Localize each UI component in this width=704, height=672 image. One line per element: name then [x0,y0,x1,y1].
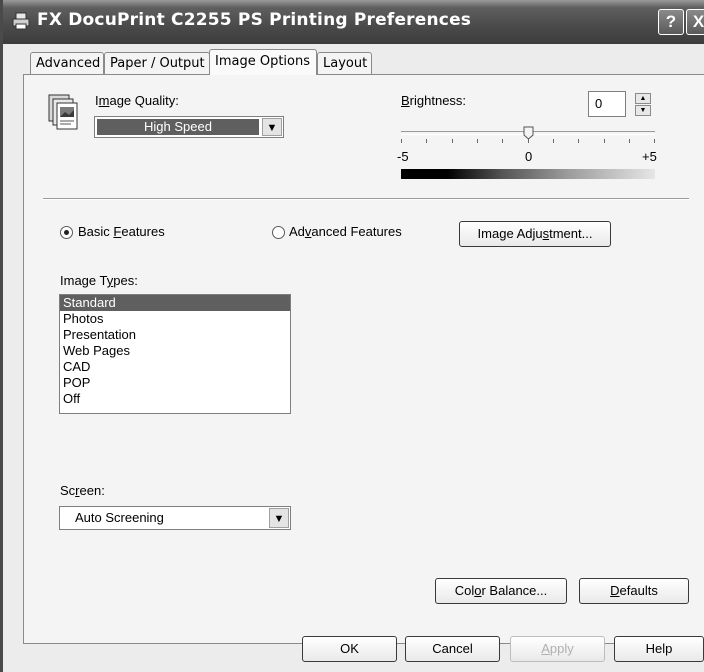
tab-layout[interactable]: Layout [317,52,372,74]
printing-preferences-window: FX DocuPrint C2255 PS Printing Preferenc… [0,0,704,672]
image-quality-value: High Speed [97,119,259,135]
tab-paper-output[interactable]: Paper / Output [104,52,210,74]
slider-tick [629,139,630,143]
brightness-min-label: -5 [397,149,409,164]
slider-tick [401,139,402,143]
slider-tick [553,139,554,143]
screen-value: Auto Screening [75,510,164,525]
slider-tick [578,139,579,143]
chevron-down-icon[interactable]: ▼ [269,508,289,528]
separator [43,198,689,200]
list-item[interactable]: Standard [60,295,290,311]
slider-tick [477,139,478,143]
window-title: FX DocuPrint C2255 PS Printing Preferenc… [37,10,472,30]
list-item[interactable]: Off [60,391,290,407]
brightness-input[interactable]: 0 [588,91,626,117]
screen-select[interactable]: Auto Screening ▼ [59,506,291,530]
advanced-features-radio[interactable] [272,226,285,239]
brightness-slider[interactable] [401,126,655,150]
image-quality-icon [48,94,78,130]
help-title-button[interactable]: ? [658,9,684,35]
advanced-features-label[interactable]: Advanced Features [289,224,402,239]
slider-tick [604,139,605,143]
list-item[interactable]: Photos [60,311,290,327]
list-item[interactable]: POP [60,375,290,391]
tab-label: Paper / Output [110,56,205,71]
list-item[interactable]: CAD [60,359,290,375]
apply-button[interactable]: Apply [510,636,605,662]
tab-label: Layout [323,56,368,71]
slider-tick [426,139,427,143]
image-types-label: Image Types: [60,273,138,288]
close-icon[interactable]: X [686,9,704,35]
cancel-button[interactable]: Cancel [405,636,500,662]
image-quality-label: Image Quality: [95,93,179,108]
tab-advanced[interactable]: Advanced [30,52,104,74]
basic-features-label[interactable]: Basic Features [78,224,165,239]
image-types-list[interactable]: Standard Photos Presentation Web Pages C… [59,294,291,414]
slider-tick [502,139,503,143]
brightness-label: Brightness: [401,93,467,108]
tab-image-options[interactable]: Image Options [209,49,317,75]
spin-up-icon[interactable]: ▲ [635,93,651,104]
tab-label: Advanced [36,56,101,71]
ok-button[interactable]: OK [302,636,397,662]
brightness-mid-label: 0 [525,149,533,164]
slider-thumb[interactable] [523,126,534,140]
radio-dot [64,230,69,235]
list-item[interactable]: Presentation [60,327,290,343]
list-item[interactable]: Web Pages [60,343,290,359]
title-bar[interactable]: FX DocuPrint C2255 PS Printing Preferenc… [3,0,704,44]
slider-tick [452,139,453,143]
image-adjustment-button[interactable]: Image Adjustment... [459,221,611,247]
spin-down-icon[interactable]: ▼ [635,105,651,116]
image-quality-select[interactable]: High Speed ▼ [94,116,284,138]
chevron-down-icon[interactable]: ▼ [262,118,282,136]
brightness-gradient [401,169,655,179]
defaults-button[interactable]: Defaults [579,578,689,604]
basic-features-radio[interactable] [60,226,73,239]
color-balance-button[interactable]: Color Balance... [435,578,567,604]
printer-icon [12,12,30,30]
slider-tick [654,139,655,143]
tab-label: Image Options [215,54,311,69]
screen-label: Screen: [60,483,105,498]
help-button[interactable]: Help [614,636,704,662]
brightness-max-label: +5 [642,149,657,164]
